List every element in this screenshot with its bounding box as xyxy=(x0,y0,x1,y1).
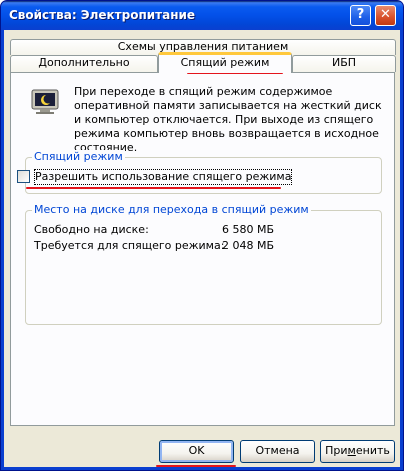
tab-hibernate[interactable]: Спящий режим xyxy=(158,52,292,73)
title-bar[interactable]: Свойства: Электропитание ? ✕ xyxy=(1,1,403,30)
enable-hibernate-checkbox[interactable] xyxy=(17,170,30,183)
dialog-client-area: Схемы управления питанием Дополнительно … xyxy=(4,30,400,467)
required-space-label: Требуется для спящего режима: xyxy=(34,239,225,252)
apply-label-suffix: енить xyxy=(355,444,390,457)
hibernate-description: При переходе в спящий режим содержимое о… xyxy=(74,85,382,154)
free-space-label: Свободно на диске: xyxy=(34,223,149,236)
cancel-button[interactable]: Отмена xyxy=(240,440,315,463)
enable-hibernate-label[interactable]: Разрешить использование спящего режима xyxy=(33,169,293,185)
close-icon: ✕ xyxy=(380,7,391,22)
ok-button[interactable]: OK xyxy=(159,440,234,463)
apply-label-mnemonic: м xyxy=(347,444,356,457)
required-space-value: 2 048 МБ xyxy=(222,239,275,252)
close-button[interactable]: ✕ xyxy=(375,5,396,26)
tab-advanced[interactable]: Дополнительно xyxy=(10,55,158,72)
tab-ups[interactable]: ИБП xyxy=(292,55,396,72)
disk-space-group-label: Место на диске для перехода в спящий реж… xyxy=(32,203,311,216)
hibernate-group-label: Спящий режим xyxy=(32,150,125,163)
apply-label-prefix: При xyxy=(325,444,348,457)
help-button[interactable]: ? xyxy=(350,5,371,26)
annotation-underline-ok xyxy=(156,465,236,467)
apply-button[interactable]: Применить xyxy=(320,440,395,463)
annotation-underline-checkbox xyxy=(26,187,281,189)
free-space-value: 6 580 МБ xyxy=(222,223,275,236)
window-title: Свойства: Электропитание xyxy=(9,8,196,22)
hibernate-monitor-icon xyxy=(31,89,59,114)
dialog-window: Свойства: Электропитание ? ✕ Схемы управ… xyxy=(0,0,404,471)
